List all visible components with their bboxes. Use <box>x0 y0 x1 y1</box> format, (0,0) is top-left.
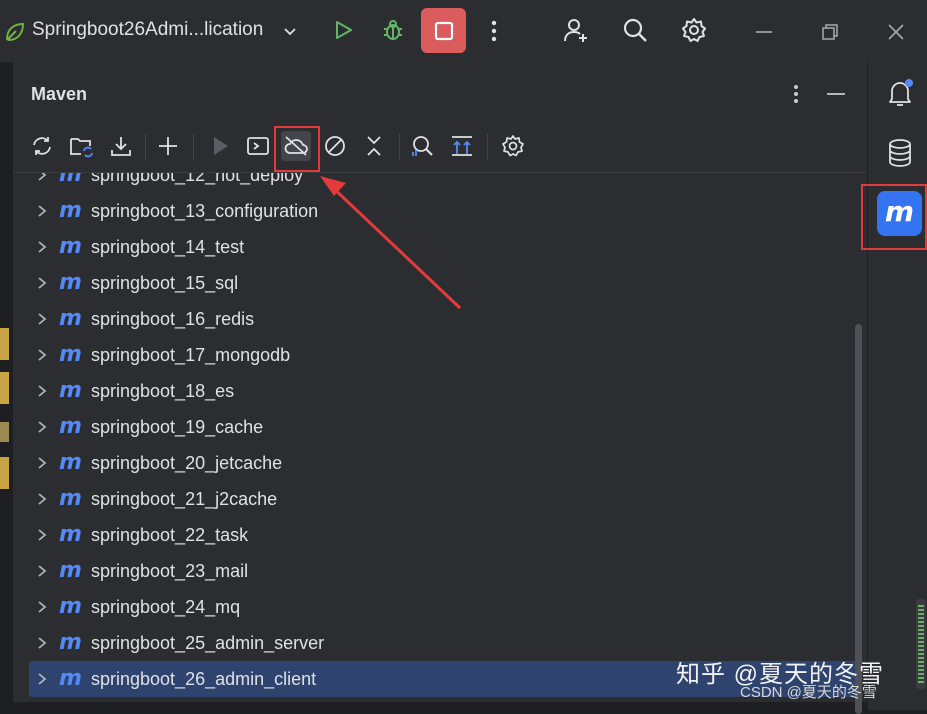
watermark-csdn: CSDN @夏天的冬雪 <box>740 684 877 701</box>
annotation-arrow <box>320 176 462 310</box>
